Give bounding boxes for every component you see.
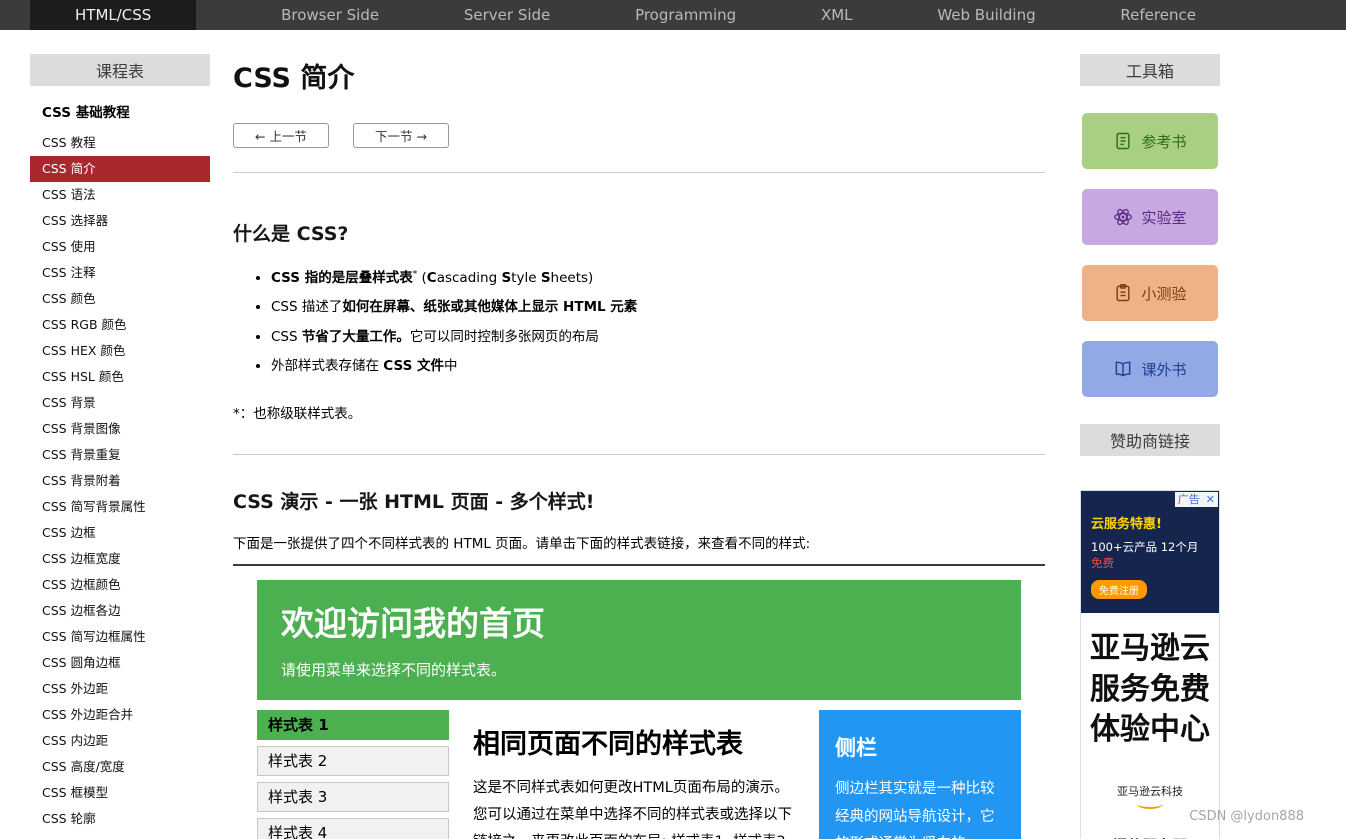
next-section-button[interactable]: 下一节 →	[353, 123, 449, 148]
prev-section-button[interactable]: ← 上一节	[233, 123, 329, 148]
clipboard-icon	[1113, 283, 1133, 303]
nav-item[interactable]: Server Side	[464, 0, 550, 30]
extracurricular-book-button[interactable]: 课外书	[1082, 341, 1218, 397]
ad-close-icon[interactable]: ✕	[1203, 492, 1218, 507]
course-section-heading: CSS 基础教程	[30, 86, 210, 130]
bullet-css-describes: CSS 描述了如何在屏幕、纸张或其他媒体上显示 HTML 元素	[271, 297, 1045, 317]
course-list-item[interactable]: CSS 边框颜色	[30, 572, 210, 598]
course-list-item[interactable]: CSS 外边距合并	[30, 702, 210, 728]
demo-stylesheet-menu-item[interactable]: 样式表 4	[257, 818, 449, 839]
course-list-item[interactable]: CSS 简写边框属性	[30, 624, 210, 650]
pager: ← 上一节 下一节 →	[233, 123, 1045, 148]
course-list-item[interactable]: CSS 高度/宽度	[30, 754, 210, 780]
ad-promo-highlight: 云服务特惠!	[1091, 513, 1209, 532]
page-title: CSS 简介	[233, 56, 1045, 95]
course-list-item[interactable]: CSS 选择器	[30, 208, 210, 234]
course-list-item[interactable]: CSS HSL 颜色	[30, 364, 210, 390]
css-intro-bullets: CSS 指的是层叠样式表* (Cascading Style Sheets) C…	[271, 268, 1045, 376]
course-list-item[interactable]: CSS 背景	[30, 390, 210, 416]
course-list-item[interactable]: CSS 边框各边	[30, 598, 210, 624]
nav-item[interactable]: Web Building	[937, 0, 1035, 30]
course-list-item[interactable]: CSS 背景重复	[30, 442, 210, 468]
sponsor-links-title: 赞助商链接	[1080, 424, 1220, 456]
course-list-item[interactable]: CSS 简写背景属性	[30, 494, 210, 520]
reference-book-button[interactable]: 参考书	[1082, 113, 1218, 169]
sponsor-ad[interactable]: 广告 ✕ 云服务特惠! 100+云产品 12个月免费 免费注册 亚马逊云 服务免…	[1080, 490, 1220, 839]
main-content: CSS 简介 ← 上一节 下一节 → 什么是 CSS? CSS 指的是层叠样式表…	[233, 50, 1045, 839]
nav-item[interactable]: Programming	[635, 0, 736, 30]
course-list-item[interactable]: CSS 教程	[30, 130, 210, 156]
demo-sidebar: 侧栏 侧边栏其实就是一种比较经典的网站导航设计，它的形式通常为竖向的一列，展示在…	[819, 710, 1021, 839]
course-sidebar-title: 课程表	[30, 54, 210, 86]
ad-footer-text: 爆款服务器	[1081, 835, 1219, 839]
ad-promo-line: 100+云产品 12个月免费	[1091, 539, 1209, 571]
bullet-external-stylesheet: 外部样式表存储在 CSS 文件中	[271, 356, 1045, 376]
quiz-button[interactable]: 小测验	[1082, 265, 1218, 321]
course-list-item[interactable]: CSS 颜色	[30, 286, 210, 312]
course-list-item[interactable]: CSS 外边距	[30, 676, 210, 702]
toolbox-title: 工具箱	[1080, 54, 1220, 86]
course-list-item[interactable]: CSS 背景图像	[30, 416, 210, 442]
course-list-item[interactable]: CSS 框模型	[30, 780, 210, 806]
what-is-css-heading: 什么是 CSS?	[233, 219, 1045, 246]
divider	[233, 454, 1045, 455]
ad-badge-label[interactable]: 广告	[1175, 492, 1203, 507]
course-list-item[interactable]: CSS 轮廓	[30, 806, 210, 832]
course-list-item[interactable]: CSS 背景附着	[30, 468, 210, 494]
demo-stylesheet-menu-item[interactable]: 样式表 3	[257, 782, 449, 812]
course-list-item[interactable]: CSS 圆角边框	[30, 650, 210, 676]
open-book-icon	[1113, 359, 1133, 379]
divider	[233, 172, 1045, 173]
ad-brand-smile-logo	[1137, 799, 1163, 809]
demo-banner: 欢迎访问我的首页 请使用菜单来选择不同的样式表。	[257, 580, 1021, 700]
demo-center-text: 这是不同样式表如何更改HTML页面布局的演示。您可以通过在菜单中选择不同的样式表…	[473, 775, 799, 839]
toolbox-sidebar: 工具箱 参考书 实验室 小测验 课外书 赞助商链接 广告 ✕ 云服务特惠! 10…	[1080, 54, 1220, 839]
course-list: CSS 教程CSS 简介CSS 语法CSS 选择器CSS 使用CSS 注释CSS…	[30, 130, 210, 832]
css-demo-heading: CSS 演示 - 一张 HTML 页面 - 多个样式!	[233, 487, 1045, 514]
demo-stylesheet-menu: 样式表 1样式表 2样式表 3样式表 4无样式表	[257, 710, 449, 839]
footnote: *：也称级联样式表。	[233, 402, 1045, 422]
course-list-item[interactable]: CSS 简介	[30, 156, 210, 182]
course-sidebar: 课程表 CSS 基础教程 CSS 教程CSS 简介CSS 语法CSS 选择器CS…	[30, 54, 210, 832]
course-list-item[interactable]: CSS HEX 颜色	[30, 338, 210, 364]
bullet-css-definition: CSS 指的是层叠样式表* (Cascading Style Sheets)	[271, 268, 1045, 288]
demo-center-heading: 相同页面不同的样式表	[473, 722, 799, 761]
ad-badge: 广告 ✕	[1175, 492, 1218, 507]
demo-sidebar-text: 侧边栏其实就是一种比较经典的网站导航设计，它的形式通常为竖向的一列，展示在网站的…	[835, 776, 1005, 839]
bullet-css-saves-work: CSS 节省了大量工作。它可以同时控制多张网页的布局	[271, 327, 1045, 347]
nav-item[interactable]: HTML/CSS	[30, 0, 196, 30]
nav-item[interactable]: XML	[821, 0, 853, 30]
book-icon	[1113, 131, 1133, 151]
ad-signup-button[interactable]: 免费注册	[1091, 580, 1147, 599]
demo-stylesheet-link[interactable]: 样式表2	[733, 834, 786, 839]
course-list-item[interactable]: CSS 边框宽度	[30, 546, 210, 572]
demo-banner-title: 欢迎访问我的首页	[281, 597, 997, 645]
course-list-item[interactable]: CSS 注释	[30, 260, 210, 286]
course-list-item[interactable]: CSS 边框	[30, 520, 210, 546]
course-list-item[interactable]: CSS 使用	[30, 234, 210, 260]
demo-sidebar-heading: 侧栏	[835, 732, 1005, 762]
demo-center-column: 相同页面不同的样式表 这是不同样式表如何更改HTML页面布局的演示。您可以通过在…	[473, 710, 799, 839]
ad-promo-panel: 云服务特惠! 100+云产品 12个月免费 免费注册	[1081, 491, 1219, 613]
demo-stylesheet-menu-item[interactable]: 样式表 2	[257, 746, 449, 776]
demo-stylesheet-menu-item[interactable]: 样式表 1	[257, 710, 449, 740]
demo-banner-subtitle: 请使用菜单来选择不同的样式表。	[281, 659, 997, 680]
nav-item[interactable]: Browser Side	[281, 0, 379, 30]
demo-intro-text: 下面是一张提供了四个不同样式表的 HTML 页面。请单击下面的样式表链接，来查看…	[233, 532, 1045, 552]
watermark: CSDN @lydon888	[1189, 809, 1304, 824]
css-demo-example: 欢迎访问我的首页 请使用菜单来选择不同的样式表。 样式表 1 样式表 2 样式表 3…	[233, 564, 1045, 839]
course-list-item[interactable]: CSS 内边距	[30, 728, 210, 754]
demo-columns: 样式表 1样式表 2样式表 3样式表 4无样式表 相同页面不同的样式表 这是不同…	[257, 710, 1021, 839]
course-list-item[interactable]: CSS 语法	[30, 182, 210, 208]
lab-button[interactable]: 实验室	[1082, 189, 1218, 245]
demo-stylesheet-link[interactable]: 样式表1	[671, 834, 724, 839]
top-navigation: HTML/CSS Browser Side Server Side Programmi…	[0, 0, 1346, 30]
atom-icon	[1113, 207, 1133, 227]
nav-item[interactable]: Reference	[1120, 0, 1196, 30]
course-list-item[interactable]: CSS RGB 颜色	[30, 312, 210, 338]
ad-headline: 亚马逊云 服务免费 体验中心	[1081, 629, 1219, 751]
ad-brand-name: 亚马逊云科技	[1081, 783, 1219, 799]
